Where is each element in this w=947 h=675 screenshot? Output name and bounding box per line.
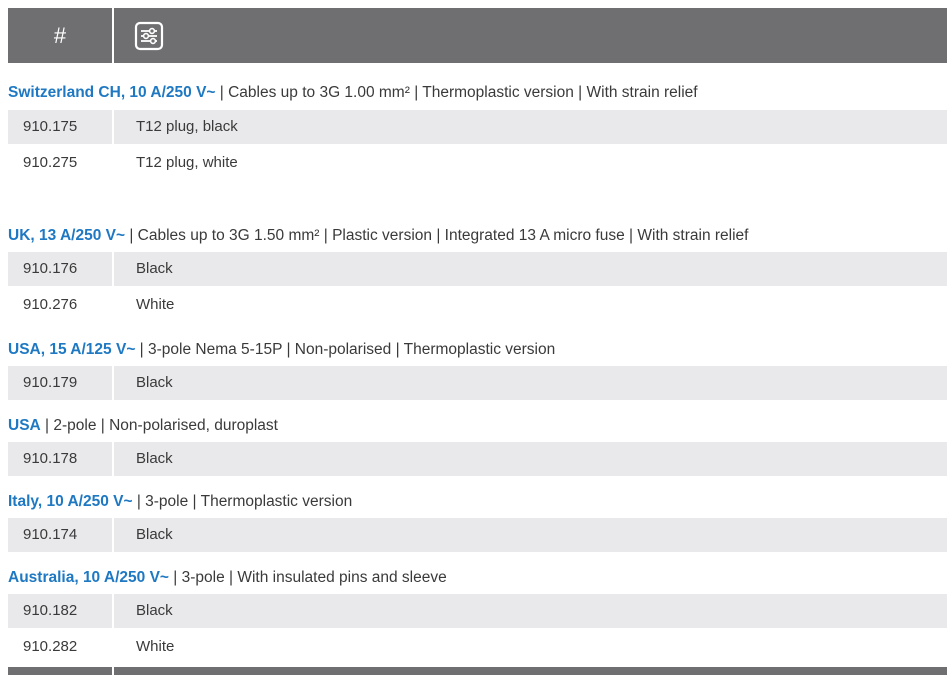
section-title-details: | 3-pole | Thermoplastic version (132, 493, 353, 510)
column-header-number: # (53, 22, 67, 48)
section-title-highlight: Australia, 10 A/250 V~ (8, 569, 169, 586)
section-title-details: | 3-pole | With insulated pins and sleev… (168, 569, 447, 586)
article-description: White (136, 296, 175, 313)
table-footer-bar (8, 667, 947, 675)
article-number: 910.174 (23, 526, 78, 543)
table-row[interactable]: 910.178 Black (8, 442, 947, 476)
section-title-highlight: UK, 13 A/250 V~ (8, 227, 126, 244)
article-number: 910.282 (23, 638, 78, 655)
section-title-details: | Cables up to 3G 1.50 mm² | Plastic ver… (125, 227, 749, 244)
article-number: 910.178 (23, 450, 78, 467)
table-row[interactable]: 910.282 White (8, 630, 947, 664)
row-divider (112, 442, 114, 476)
section-title-australia: Australia, 10 A/250 V~ | 3-pole | With i… (8, 569, 447, 587)
row-divider (112, 366, 114, 400)
header-divider (112, 8, 114, 63)
section-title-highlight: USA (8, 417, 41, 434)
section-title-usa-2pole: USA | 2-pole | Non-polarised, duroplast (8, 417, 278, 435)
section-title-highlight: USA, 15 A/125 V~ (8, 341, 136, 358)
section-title-highlight: Switzerland CH, 10 A/250 V~ (8, 84, 216, 101)
table-row[interactable]: 910.182 Black (8, 594, 947, 628)
section-title-details: | 3-pole Nema 5-15P | Non-polarised | Th… (135, 341, 556, 358)
section-title-details: | Cables up to 3G 1.00 mm² | Thermoplast… (215, 84, 698, 101)
section-title-highlight: Italy, 10 A/250 V~ (8, 493, 133, 510)
table-row[interactable]: 910.179 Black (8, 366, 947, 400)
section-title-uk: UK, 13 A/250 V~ | Cables up to 3G 1.50 m… (8, 227, 748, 245)
article-description: White (136, 638, 175, 655)
row-divider (112, 594, 114, 628)
table-row[interactable]: 910.275 T12 plug, white (8, 146, 947, 180)
article-description: Black (136, 260, 173, 277)
article-number: 910.179 (23, 374, 78, 391)
table-row[interactable]: 910.175 T12 plug, black (8, 110, 947, 144)
article-number: 910.275 (23, 154, 78, 171)
row-divider (112, 252, 114, 286)
section-title-details: | 2-pole | Non-polarised, duroplast (40, 417, 278, 434)
article-description: Black (136, 526, 173, 543)
row-divider (112, 110, 114, 144)
section-title-usa-15a: USA, 15 A/125 V~ | 3-pole Nema 5-15P | N… (8, 341, 555, 359)
article-number: 910.276 (23, 296, 78, 313)
table-row[interactable]: 910.176 Black (8, 252, 947, 286)
section-title-switzerland: Switzerland CH, 10 A/250 V~ | Cables up … (8, 84, 698, 102)
filter-sliders-icon[interactable] (134, 21, 164, 51)
table-header: # (8, 8, 947, 63)
article-description: T12 plug, white (136, 154, 238, 171)
article-number: 910.176 (23, 260, 78, 277)
article-description: Black (136, 374, 173, 391)
article-number: 910.175 (23, 118, 78, 135)
article-number: 910.182 (23, 602, 78, 619)
row-divider (112, 518, 114, 552)
article-description: Black (136, 602, 173, 619)
table-row[interactable]: 910.276 White (8, 288, 947, 322)
footer-divider (112, 667, 114, 675)
section-title-italy: Italy, 10 A/250 V~ | 3-pole | Thermoplas… (8, 493, 352, 511)
article-description: Black (136, 450, 173, 467)
table-row[interactable]: 910.174 Black (8, 518, 947, 552)
article-description: T12 plug, black (136, 118, 238, 135)
